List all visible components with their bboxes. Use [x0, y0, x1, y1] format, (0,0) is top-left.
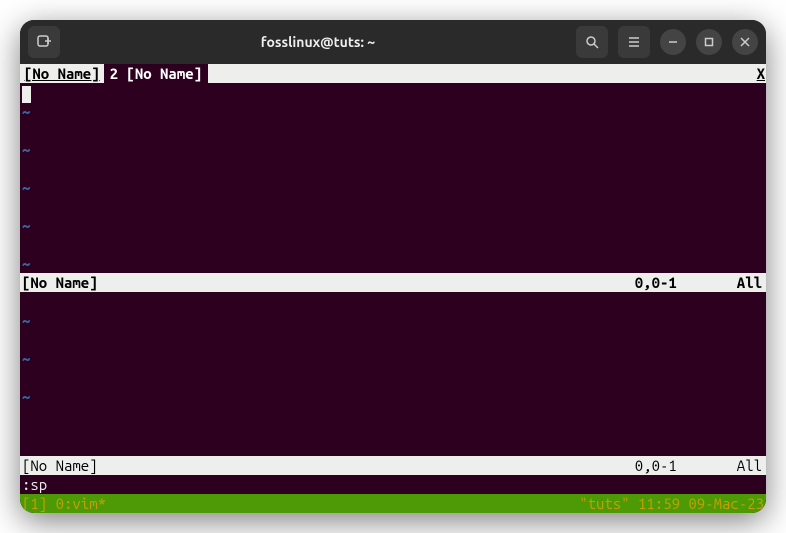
vim-cmdline[interactable]: :sp	[20, 475, 766, 494]
minimize-icon	[668, 37, 678, 47]
buffer-line	[20, 197, 766, 216]
titlebar-controls	[576, 26, 758, 58]
search-icon	[585, 35, 599, 49]
status-percent: All	[737, 456, 764, 475]
empty-line-tilde: ~	[20, 216, 766, 235]
empty-line-tilde: ~	[20, 102, 766, 121]
buffer-line	[20, 292, 766, 311]
vim-statusline-top: [No Name] 0,0-1 All	[20, 273, 766, 292]
terminal-window: fosslinux@tuts: ~	[20, 20, 766, 513]
close-button[interactable]	[732, 29, 758, 55]
vim-split-top[interactable]: ~ ~ ~ ~ ~	[20, 83, 766, 273]
vim-tabline: [No Name] 2 [No Name] X	[20, 64, 766, 83]
status-spacer	[98, 456, 635, 475]
hamburger-icon	[627, 35, 641, 49]
tmux-right: "tuts" 11:59 09-Mac-23	[579, 494, 764, 513]
vim-split-bottom[interactable]: ~ ~ ~	[20, 292, 766, 456]
empty-line-tilde: ~	[20, 349, 766, 368]
new-tab-button[interactable]	[28, 26, 60, 58]
vim-tabline-fill	[208, 64, 756, 83]
empty-line-tilde: ~	[20, 311, 766, 330]
buffer-line	[20, 406, 766, 425]
status-filename: [No Name]	[22, 273, 98, 292]
status-percent: All	[737, 273, 764, 292]
tmux-datetime: 11:59 09-Mac-23	[630, 495, 764, 512]
minimize-button[interactable]	[660, 29, 686, 55]
maximize-icon	[704, 37, 714, 47]
buffer-line	[20, 330, 766, 349]
buffer-line	[20, 235, 766, 254]
vim-tab-active[interactable]: 2 [No Name]	[104, 64, 208, 83]
maximize-button[interactable]	[696, 29, 722, 55]
tmux-statusline: [1] 0:vim* "tuts" 11:59 09-Mac-23	[20, 494, 766, 513]
menu-button[interactable]	[618, 26, 650, 58]
vim-tab-active-label: [No Name]	[126, 65, 202, 82]
status-position: 0,0-1	[635, 456, 737, 475]
status-position: 0,0-1	[635, 273, 737, 292]
cursor	[22, 86, 31, 103]
tmux-hostname: "tuts"	[579, 495, 629, 512]
vim-tab-active-count: 2	[110, 65, 127, 82]
vim-tab-inactive[interactable]: [No Name]	[20, 64, 104, 83]
tmux-session-window: [1] 0:vim*	[22, 494, 106, 513]
status-spacer	[98, 273, 635, 292]
vim-tab-close[interactable]: X	[756, 64, 766, 83]
close-icon	[740, 37, 750, 47]
buffer-line	[20, 83, 766, 102]
buffer-line	[20, 159, 766, 178]
titlebar: fosslinux@tuts: ~	[20, 20, 766, 64]
new-tab-icon	[36, 34, 52, 50]
empty-line-tilde: ~	[20, 254, 766, 273]
status-filename: [No Name]	[22, 456, 98, 475]
empty-line-tilde: ~	[20, 387, 766, 406]
buffer-line	[20, 368, 766, 387]
vim-statusline-bottom: [No Name] 0,0-1 All	[20, 456, 766, 475]
buffer-line	[20, 121, 766, 140]
empty-line-tilde: ~	[20, 178, 766, 197]
window-title: fosslinux@tuts: ~	[68, 34, 568, 50]
search-button[interactable]	[576, 26, 608, 58]
empty-line-tilde: ~	[20, 140, 766, 159]
terminal-viewport[interactable]: [No Name] 2 [No Name] X ~ ~ ~ ~ ~ [No Na…	[20, 64, 766, 513]
